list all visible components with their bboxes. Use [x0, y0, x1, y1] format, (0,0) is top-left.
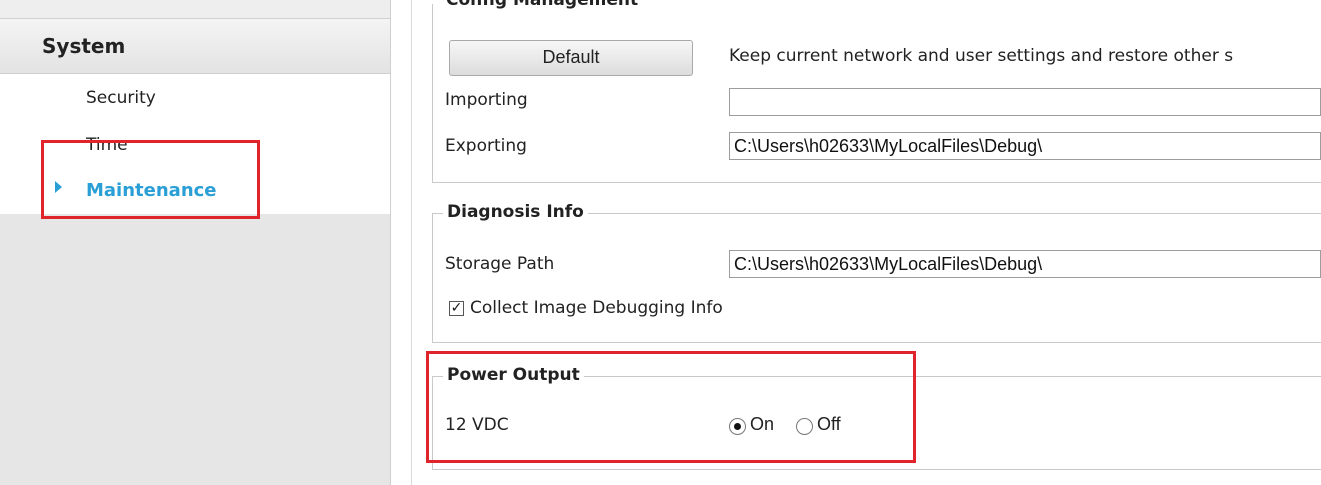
sidebar [0, 0, 390, 485]
sidebar-gutter [391, 0, 411, 485]
storage-path-label: Storage Path [445, 254, 555, 274]
collect-image-debug-checkbox[interactable]: ✓ [449, 301, 464, 316]
exporting-label: Exporting [445, 136, 527, 156]
importing-field[interactable] [729, 88, 1321, 116]
maintenance-highlight-box [41, 140, 260, 219]
exporting-path-field[interactable]: C:\Users\h02633\MyLocalFiles\Debug\ [729, 132, 1321, 160]
sidebar-item-security[interactable]: Security [86, 88, 156, 108]
content-divider [411, 0, 412, 485]
importing-label: Importing [445, 90, 528, 110]
sidebar-top-strip [0, 0, 390, 19]
config-management-title: Config Management [446, 0, 639, 10]
power-output-highlight-box [426, 351, 916, 463]
sidebar-section-label: System [42, 34, 126, 58]
default-button[interactable]: Default [449, 40, 693, 76]
diagnosis-info-title: Diagnosis Info [443, 202, 588, 222]
default-description: Keep current network and user settings a… [729, 46, 1234, 66]
diagnosis-info-group: Diagnosis Info [432, 202, 1321, 343]
collect-image-debug-label: Collect Image Debugging Info [470, 298, 723, 318]
storage-path-field[interactable]: C:\Users\h02633\MyLocalFiles\Debug\ [729, 250, 1321, 278]
